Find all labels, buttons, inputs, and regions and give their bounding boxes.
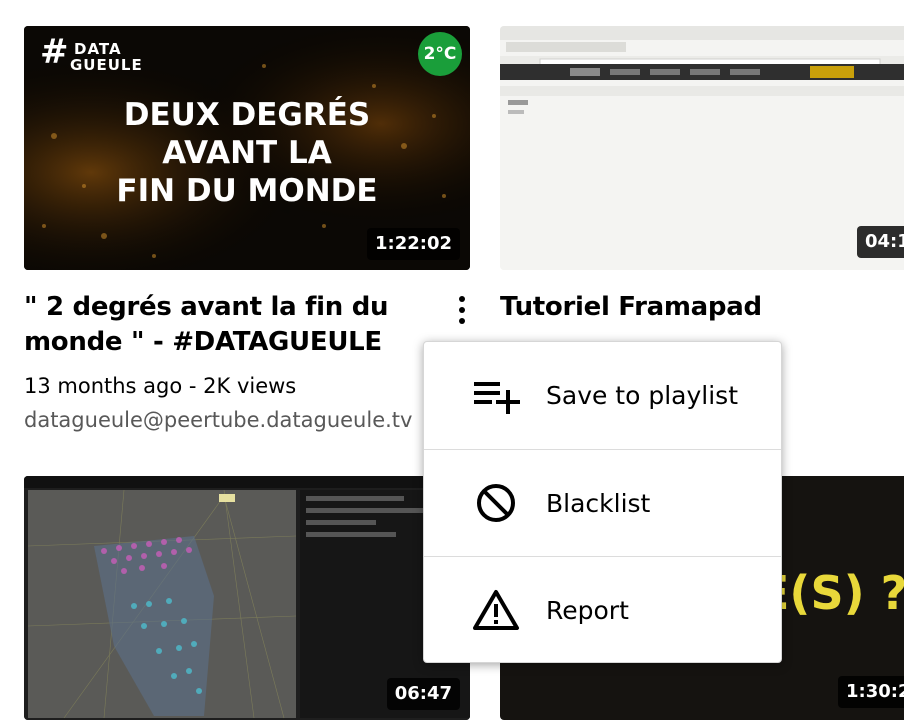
menu-item-save-to-playlist[interactable]: Save to playlist xyxy=(424,342,781,449)
video-thumbnail-datagueule[interactable]: # DATA GUEULE 2°C DEUX DEGRÉS AVANT LA F… xyxy=(24,26,470,270)
video-duration: 04:1 xyxy=(857,226,904,258)
video-title[interactable]: Tutoriel Framapad xyxy=(500,290,762,325)
blacklist-icon xyxy=(472,479,520,527)
menu-item-label: Report xyxy=(546,595,629,625)
menu-item-report[interactable]: Report xyxy=(424,556,781,663)
warning-icon xyxy=(472,586,520,634)
video-meta: 13 months ago - 2K views xyxy=(24,374,297,398)
menu-item-blacklist[interactable]: Blacklist xyxy=(424,449,781,556)
video-account[interactable]: datagueule@peertube.datagueule.tv xyxy=(24,405,412,435)
video-thumbnail-framapad[interactable]: 04:1 xyxy=(500,26,904,270)
video-duration: 1:22:02 xyxy=(366,228,460,260)
video-duration: 06:47 xyxy=(386,678,460,710)
framapad-screenshot xyxy=(500,26,904,270)
playlist-add-icon xyxy=(472,372,520,420)
menu-item-label: Blacklist xyxy=(546,488,651,518)
more-options-icon[interactable] xyxy=(450,290,474,330)
temperature-badge: 2°C xyxy=(418,32,462,76)
menu-item-label: Save to playlist xyxy=(546,381,739,410)
video-title[interactable]: " 2 degrés avant la fin du monde " - #DA… xyxy=(24,290,434,360)
thumbnail-headline: DEUX DEGRÉS AVANT LA FIN DU MONDE xyxy=(116,97,378,209)
video-thumbnail-pointcloud[interactable]: 06:47 xyxy=(24,476,470,720)
video-duration: 1:30:2 xyxy=(838,676,904,708)
video-options-menu: Save to playlist Blacklist Report xyxy=(423,341,782,663)
